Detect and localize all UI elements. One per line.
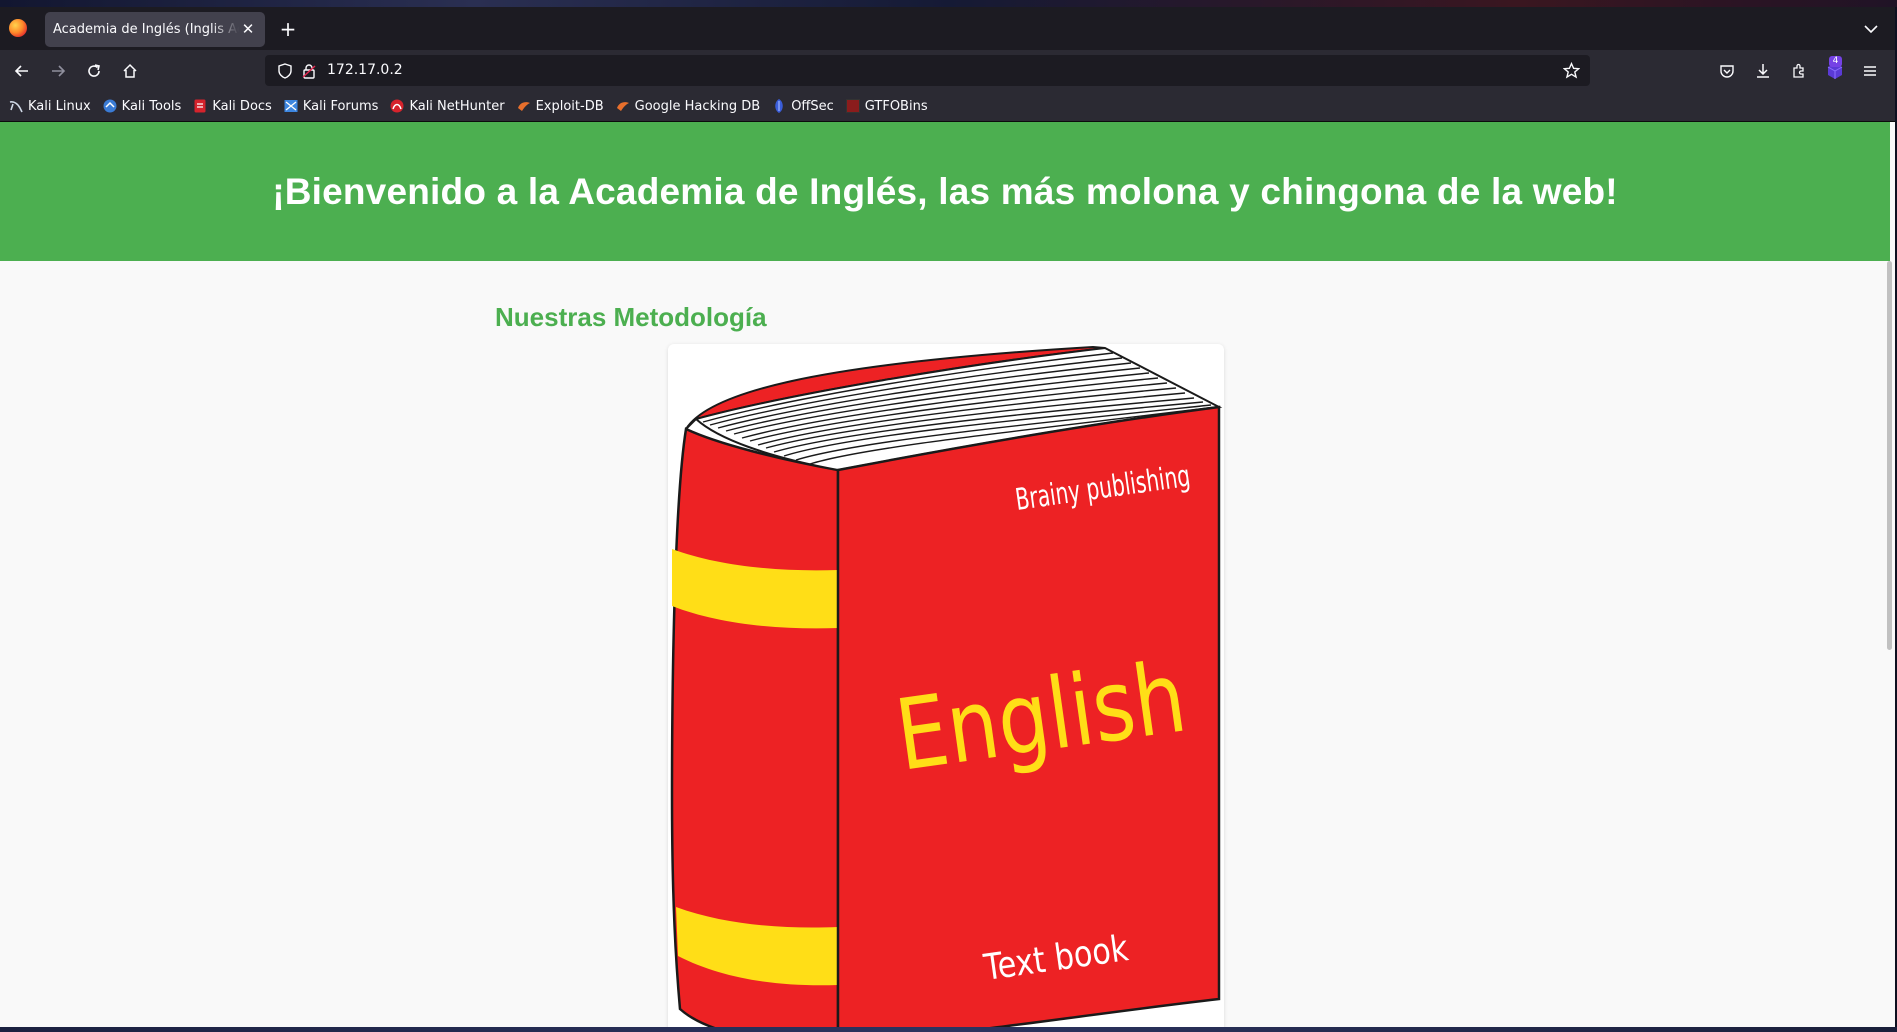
bookmark-gtfobins[interactable]: GTFOBins bbox=[845, 95, 928, 117]
bookmark-star-icon[interactable] bbox=[1563, 62, 1580, 79]
scrollbar-thumb[interactable] bbox=[1887, 261, 1892, 650]
back-arrow-icon bbox=[14, 65, 28, 77]
book-image-card: Brainy publishing English Text book bbox=[668, 344, 1224, 1027]
home-button[interactable] bbox=[117, 58, 143, 84]
desktop-taskbar-edge bbox=[0, 1027, 1897, 1032]
menu-icon[interactable] bbox=[1862, 63, 1878, 79]
bookmark-kali-linux[interactable]: Kali Linux bbox=[8, 95, 91, 117]
desktop-background bbox=[0, 0, 1897, 7]
tab-strip: Academia de Inglés (Inglis Academy) ✕ + bbox=[0, 7, 1895, 50]
browser-window: Academia de Inglés (Inglis Academy) ✕ + bbox=[0, 7, 1895, 1027]
gtfobins-icon bbox=[845, 99, 860, 113]
page-title: ¡Bienvenido a la Academia de Inglés, las… bbox=[272, 170, 1618, 212]
bookmark-kali-docs[interactable]: Kali Docs bbox=[192, 95, 272, 117]
active-tab[interactable]: Academia de Inglés (Inglis Academy) ✕ bbox=[45, 12, 265, 47]
bookmark-google-hacking-db[interactable]: Google Hacking DB bbox=[615, 95, 760, 117]
reload-button[interactable] bbox=[81, 58, 107, 84]
kali-docs-icon bbox=[194, 99, 206, 113]
page-viewport: ¡Bienvenido a la Academia de Inglés, las… bbox=[0, 122, 1895, 1027]
url-bar[interactable]: 172.17.0.2 bbox=[265, 55, 1590, 86]
url-text[interactable]: 172.17.0.2 bbox=[327, 62, 403, 78]
chevron-down-icon[interactable] bbox=[1863, 21, 1879, 37]
forward-button[interactable] bbox=[45, 58, 71, 84]
tab-title: Academia de Inglés (Inglis Academy) bbox=[53, 22, 239, 37]
new-tab-button[interactable]: + bbox=[277, 18, 299, 40]
insecure-lock-icon[interactable] bbox=[301, 63, 317, 79]
bookmark-kali-tools[interactable]: Kali Tools bbox=[102, 95, 181, 117]
reload-icon bbox=[88, 64, 100, 77]
firefox-icon[interactable] bbox=[9, 19, 27, 37]
english-textbook-image: Brainy publishing English Text book bbox=[670, 345, 1223, 1027]
bookmark-kali-forums[interactable]: Kali Forums bbox=[283, 95, 378, 117]
bookmark-exploit-db[interactable]: Exploit-DB bbox=[516, 95, 604, 117]
home-icon bbox=[123, 63, 137, 78]
extension-badge: 4 bbox=[1829, 56, 1842, 67]
extensions-icon[interactable] bbox=[1791, 63, 1807, 79]
offsec-icon bbox=[775, 99, 783, 113]
bookmarks-toolbar: Kali Linux Kali Tools Kali Docs Kali For… bbox=[0, 91, 1895, 122]
kali-tools-icon bbox=[103, 99, 117, 113]
navigation-toolbar: 172.17.0.2 4 bbox=[0, 50, 1895, 91]
back-button[interactable] bbox=[9, 58, 35, 84]
pocket-icon[interactable] bbox=[1719, 63, 1735, 79]
forward-arrow-icon bbox=[52, 65, 66, 77]
bookmark-kali-nethunter[interactable]: Kali NetHunter bbox=[389, 95, 505, 117]
kali-forums-icon bbox=[284, 100, 298, 112]
kali-nethunter-icon bbox=[390, 99, 404, 113]
page-header: ¡Bienvenido a la Academia de Inglés, las… bbox=[0, 122, 1890, 261]
download-icon[interactable] bbox=[1755, 63, 1771, 79]
exploit-db-icon bbox=[517, 102, 530, 111]
google-hacking-db-icon bbox=[616, 102, 629, 111]
kali-linux-icon bbox=[9, 101, 23, 113]
section-title: Nuestras Metodología bbox=[495, 302, 767, 332]
bookmark-offsec[interactable]: OffSec bbox=[771, 95, 834, 117]
shield-icon[interactable] bbox=[277, 63, 293, 79]
close-icon[interactable]: ✕ bbox=[239, 20, 257, 38]
